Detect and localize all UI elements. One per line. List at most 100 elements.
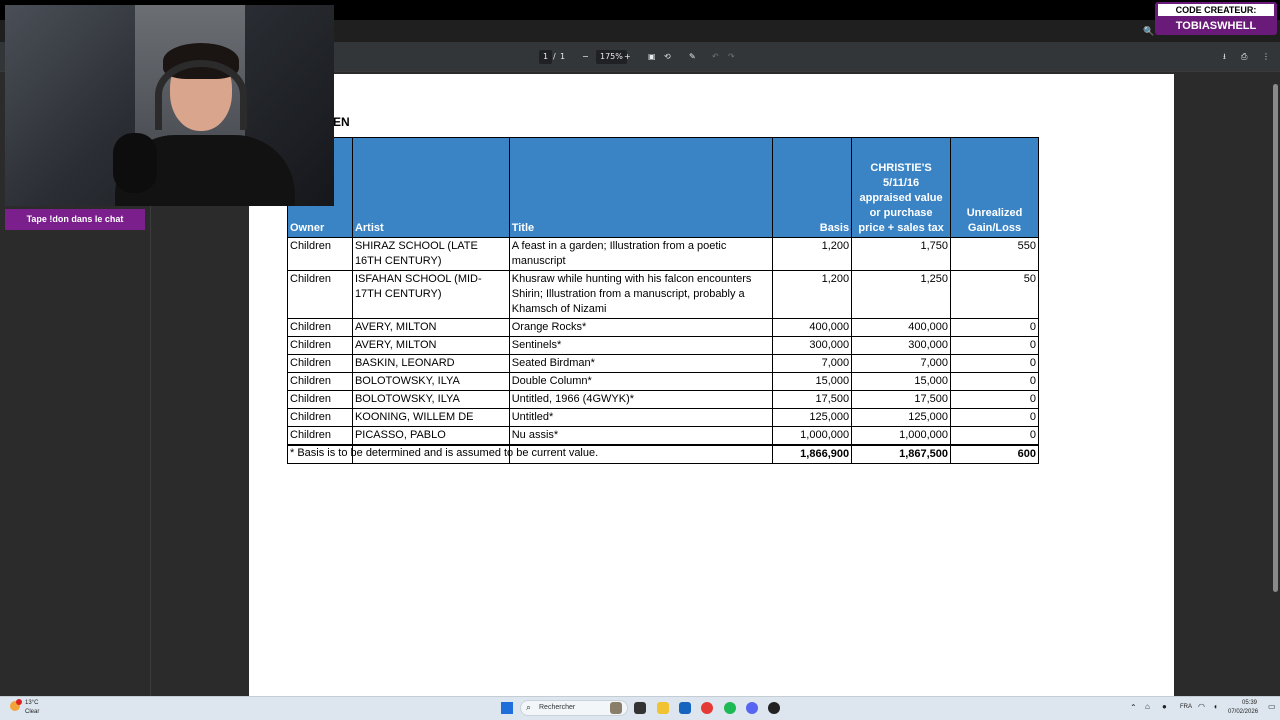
- spotify-icon[interactable]: [724, 702, 736, 714]
- headset: [155, 60, 247, 130]
- chrome-icon[interactable]: [701, 702, 713, 714]
- cell-artist: PICASSO, PABLO: [351, 426, 510, 446]
- search-icon: ⌕: [526, 702, 532, 712]
- cell-owner: Children: [287, 408, 353, 427]
- cell-owner: Children: [287, 270, 353, 319]
- file-explorer-icon[interactable]: [657, 702, 669, 714]
- cell-appraised: 300,000: [851, 336, 952, 355]
- cell-basis: 300,000: [772, 336, 853, 355]
- rotate-icon[interactable]: ⟲: [664, 50, 671, 64]
- cell-title: Double Column*: [508, 372, 774, 391]
- header-title: Title: [508, 137, 774, 238]
- table-header-row: Owner Artist Title Basis CHRISTIE'S 5/11…: [287, 137, 1039, 238]
- volume-icon[interactable]: ◖: [1213, 702, 1218, 711]
- annotate-icon[interactable]: ✎: [689, 50, 696, 64]
- header-appraised-line: 5/11/16: [883, 177, 920, 189]
- download-icon[interactable]: ⭳: [1223, 50, 1226, 64]
- notifications-icon[interactable]: ▭: [1268, 702, 1276, 711]
- cell-appraised: 17,500: [851, 390, 952, 409]
- total-basis: 1,866,900: [772, 444, 853, 464]
- cell-owner: Children: [287, 426, 353, 446]
- footnote: * Basis is to be determined and is assum…: [290, 447, 599, 459]
- cell-appraised: 1,250: [851, 270, 952, 319]
- cell-basis: 400,000: [772, 318, 853, 337]
- chat-command-banner: Tape !don dans le chat: [5, 209, 145, 230]
- scrollbar-thumb[interactable]: [1273, 84, 1278, 592]
- cell-owner: Children: [287, 372, 353, 391]
- app-thumbnail-icon[interactable]: [610, 702, 622, 714]
- task-view-icon[interactable]: [634, 702, 646, 714]
- discord-icon[interactable]: [746, 702, 758, 714]
- clock-date[interactable]: 07/02/2026: [1228, 709, 1258, 715]
- artwork-holdings-table: Owner Artist Title Basis CHRISTIE'S 5/11…: [287, 137, 1039, 464]
- total-appraised: 1,867,500: [851, 444, 952, 464]
- cell-basis: 125,000: [772, 408, 853, 427]
- table-row: Children PICASSO, PABLO Nu assis* 1,000,000…: [287, 426, 1039, 446]
- weather-description: Clear: [25, 709, 40, 715]
- fit-page-icon[interactable]: ▣: [648, 50, 656, 64]
- clock-time[interactable]: 05:39: [1242, 700, 1257, 706]
- cell-artist: AVERY, MILTON: [351, 336, 510, 355]
- table-row: Children SHIRAZ SCHOOL (LATE 16TH CENTURY…: [287, 237, 1039, 271]
- table-row: Children BOLOTOWSKY, ILYA Double Column* 15…: [287, 372, 1039, 391]
- table-row: Children BOLOTOWSKY, ILYA Untitled, 1966 (…: [287, 390, 1039, 409]
- windows-start-icon[interactable]: [501, 702, 513, 714]
- cell-appraised: 1,000,000: [851, 426, 952, 446]
- microphone-icon[interactable]: ●: [1162, 702, 1167, 711]
- print-icon[interactable]: ⎙: [1241, 50, 1247, 64]
- cell-title: Untitled, 1966 (4GWYK)*: [508, 390, 774, 409]
- table-row: Children ISFAHAN SCHOOL (MID-17TH CENTURY…: [287, 270, 1039, 319]
- viewer-background: [1174, 72, 1280, 696]
- cell-title: Orange Rocks*: [508, 318, 774, 337]
- store-icon[interactable]: [679, 702, 691, 714]
- header-appraised-line: or purchase: [869, 207, 933, 219]
- table-row: Children BASKIN, LEONARD Seated Birdman* 7,…: [287, 354, 1039, 373]
- cell-artist: BOLOTOWSKY, ILYA: [351, 390, 510, 409]
- more-icon[interactable]: ⋮: [1262, 50, 1270, 64]
- wifi-icon[interactable]: ◠: [1198, 702, 1205, 711]
- cell-artist: BASKIN, LEONARD: [351, 354, 510, 373]
- cell-gain: 0: [950, 318, 1039, 337]
- cell-title: Sentinels*: [508, 336, 774, 355]
- creator-code-label: CODE CREATEUR:: [1158, 4, 1274, 16]
- app-icon[interactable]: [768, 702, 780, 714]
- microphone: [113, 133, 157, 193]
- cell-basis: 7,000: [772, 354, 853, 373]
- total-gain: 600: [950, 444, 1039, 464]
- cell-gain: 0: [950, 408, 1039, 427]
- chevron-up-icon[interactable]: ⌃: [1130, 703, 1137, 712]
- creator-code-badge: CODE CREATEUR: TOBIASWHELL: [1155, 2, 1277, 35]
- header-appraised-line: CHRISTIE'S: [870, 162, 932, 174]
- header-artist: Artist: [351, 137, 510, 238]
- header-unrealized-gain: Unrealized Gain/Loss: [950, 137, 1039, 238]
- cell-gain: 0: [950, 390, 1039, 409]
- page-separator: /: [553, 52, 556, 61]
- cell-title: Nu assis*: [508, 426, 774, 446]
- language-indicator[interactable]: FRA: [1180, 704, 1192, 710]
- redo-icon[interactable]: ↷: [728, 50, 735, 64]
- cell-artist: KOONING, WILLEM DE: [351, 408, 510, 427]
- cell-basis: 1,000,000: [772, 426, 853, 446]
- zoom-level-input[interactable]: 175%: [596, 50, 627, 64]
- cell-gain: 0: [950, 426, 1039, 446]
- cell-artist: AVERY, MILTON: [351, 318, 510, 337]
- search-icon[interactable]: 🔍: [1143, 26, 1154, 37]
- undo-icon[interactable]: ↶: [712, 50, 719, 64]
- cell-appraised: 15,000: [851, 372, 952, 391]
- weather-temperature[interactable]: 13°C: [25, 700, 38, 706]
- zoom-out-button[interactable]: −: [582, 50, 589, 64]
- header-gain-line: Unrealized: [966, 207, 1023, 219]
- zoom-in-button[interactable]: +: [624, 50, 631, 64]
- cell-appraised: 7,000: [851, 354, 952, 373]
- cell-appraised: 400,000: [851, 318, 952, 337]
- cell-gain: 50: [950, 270, 1039, 319]
- cell-basis: 17,500: [772, 390, 853, 409]
- cell-gain: 550: [950, 237, 1039, 271]
- cell-owner: Children: [287, 336, 353, 355]
- network-icon[interactable]: ⌂: [1145, 702, 1150, 711]
- cell-appraised: 125,000: [851, 408, 952, 427]
- page-number-input[interactable]: 1: [539, 50, 553, 64]
- cell-title: A feast in a garden; Illustration from a…: [508, 237, 774, 271]
- sidebar-divider: [150, 205, 151, 696]
- table-row: Children AVERY, MILTON Sentinels* 300,000 30…: [287, 336, 1039, 355]
